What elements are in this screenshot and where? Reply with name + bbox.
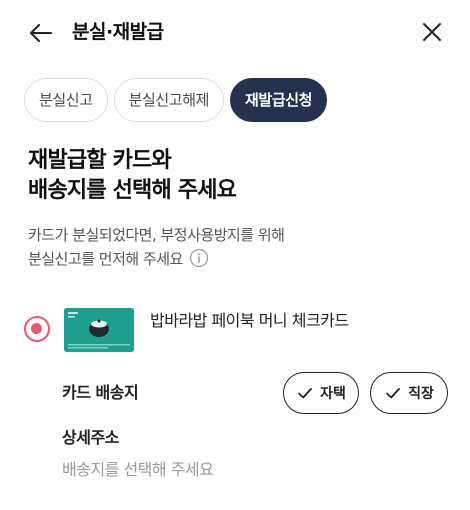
tab-report-loss[interactable]: 분실신고 (24, 78, 108, 122)
delivery-home-label: 자택 (320, 386, 346, 402)
radio-selected-dot (31, 323, 42, 334)
tab-reissue-request[interactable]: 재발급신청 (230, 78, 328, 122)
header: 분실·재발급 (0, 0, 470, 64)
card-select-radio[interactable] (24, 316, 50, 342)
close-button[interactable] (418, 18, 446, 46)
back-button[interactable] (26, 18, 56, 48)
address-label: 상세주소 (62, 428, 119, 447)
tab-bar: 분실신고 분실신고해제 재발급신청 (24, 78, 328, 122)
check-icon (386, 388, 401, 399)
notice-line-2: 분실신고를 먼저해 주세요 (28, 247, 284, 271)
page-title: 분실·재발급 (72, 21, 164, 43)
arrow-left-icon (30, 24, 52, 42)
loss-notice: 카드가 분실되었다면, 부정사용방지를 위해 분실신고를 먼저해 주세요 (28, 223, 285, 271)
heading-line-1: 재발급할 카드와 (28, 148, 172, 173)
info-icon[interactable] (189, 248, 209, 268)
delivery-office-label: 직장 (408, 386, 434, 402)
card-artwork (64, 308, 134, 352)
close-icon (423, 23, 441, 41)
notice-line-1: 카드가 분실되었다면, 부정사용방지를 위해 (28, 226, 285, 244)
tab-cancel-loss-report[interactable]: 분실신고해제 (113, 78, 225, 122)
notice-line-2-text: 분실신고를 먼저해 주세요 (28, 250, 183, 268)
page-heading: 재발급할 카드와 배송지를 선택해 주세요 (28, 146, 237, 206)
check-icon (298, 388, 313, 399)
delivery-label: 카드 배송지 (62, 383, 139, 402)
heading-line-2: 배송지를 선택해 주세요 (28, 178, 237, 203)
card-name: 밥바라밥 페이북 머니 체크카드 (150, 311, 349, 330)
address-field[interactable]: 배송지를 선택해 주세요 (62, 458, 214, 482)
delivery-office-button[interactable]: 직장 (370, 372, 448, 414)
card-image (64, 308, 134, 352)
delivery-home-button[interactable]: 자택 (283, 372, 359, 414)
